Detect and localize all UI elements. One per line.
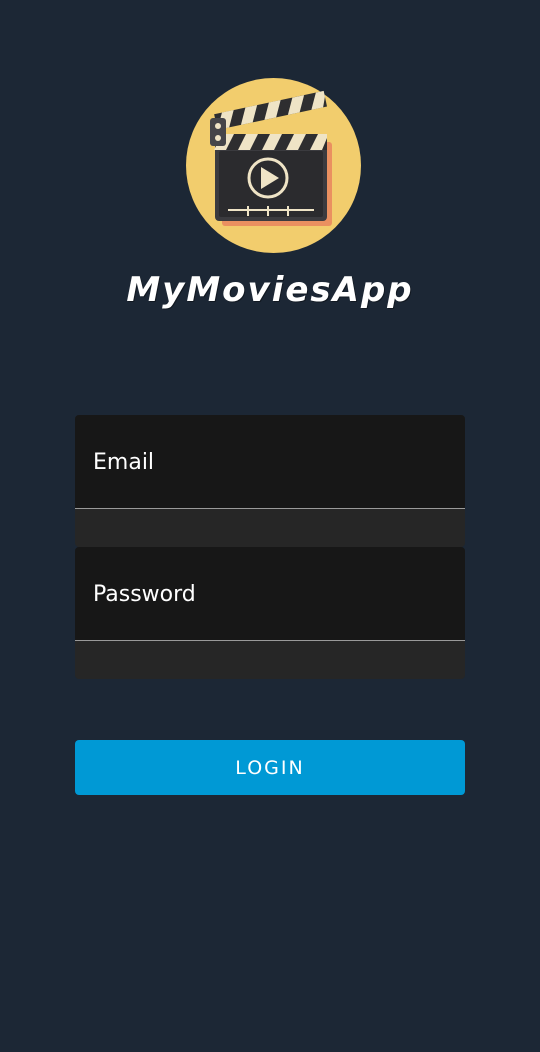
movie-clapperboard-icon xyxy=(186,78,361,253)
app-logo xyxy=(186,78,361,253)
email-field[interactable] xyxy=(75,415,465,547)
password-input[interactable] xyxy=(75,547,465,641)
password-field[interactable] xyxy=(75,547,465,679)
email-input[interactable] xyxy=(75,415,465,509)
login-button[interactable]: LOGIN xyxy=(75,740,465,795)
app-title: MyMoviesApp xyxy=(126,270,414,310)
